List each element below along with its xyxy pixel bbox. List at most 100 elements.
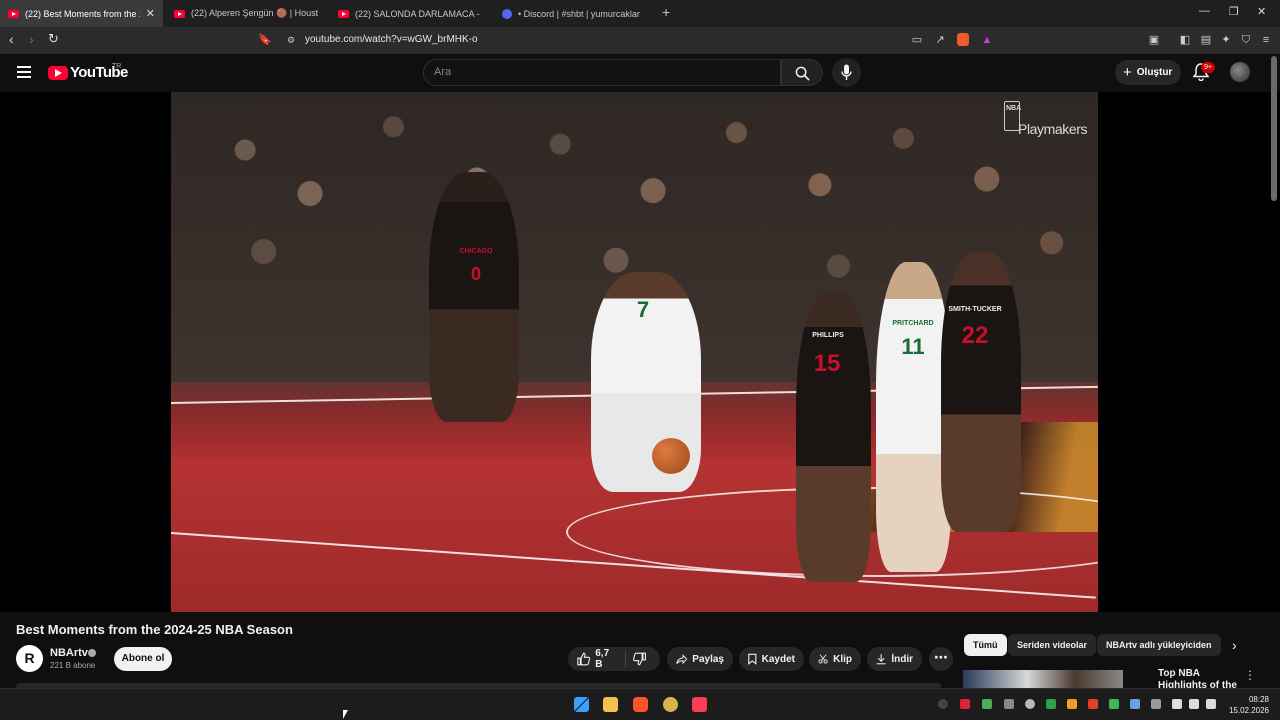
recommended-video-thumbnail[interactable] <box>963 670 1123 688</box>
share-label: Paylaş <box>692 653 724 665</box>
tab-title: (22) Best Moments from the 202 <box>25 8 140 19</box>
tray-icon[interactable] <box>1025 699 1035 709</box>
microphone-tray-icon[interactable] <box>1151 699 1161 709</box>
network-icon[interactable] <box>1172 699 1182 709</box>
thumbs-down-icon[interactable] <box>632 652 646 666</box>
hamburger-menu-icon[interactable] <box>17 66 31 78</box>
tray-icon[interactable] <box>960 699 970 709</box>
jersey-name: CHICAGO <box>459 248 493 255</box>
tab-close-icon[interactable]: ✕ <box>140 7 155 20</box>
clip-label: Klip <box>833 653 852 665</box>
more-actions-icon[interactable]: ⋯ <box>929 647 953 671</box>
volume-icon[interactable] <box>1189 699 1199 709</box>
forward-icon[interactable]: › <box>29 31 34 47</box>
thumbs-up-icon[interactable] <box>577 652 591 666</box>
tray-icon[interactable] <box>1088 699 1098 709</box>
search-button[interactable] <box>781 59 823 86</box>
minimize-icon[interactable]: — <box>1199 5 1210 17</box>
chip-series[interactable]: Seriden videolar <box>1008 634 1097 656</box>
tray-icon[interactable] <box>982 699 992 709</box>
nba-logo-text: NBA <box>1006 105 1022 112</box>
restore-icon[interactable]: ❐ <box>1229 5 1239 18</box>
jersey-number: 11 <box>901 334 925 359</box>
browser-toolbar <box>0 27 1280 54</box>
player-figure <box>876 262 951 572</box>
jersey-number: 15 <box>813 350 841 377</box>
share-page-icon[interactable]: ↗ <box>933 33 947 47</box>
site-settings-icon[interactable]: ⚙ <box>284 33 298 47</box>
vpn-icon[interactable]: ⛉ <box>1239 33 1253 47</box>
channel-name[interactable]: NBArtv <box>50 647 88 659</box>
channel-avatar[interactable]: R <box>16 645 43 672</box>
page-scrollbar[interactable] <box>1271 56 1277 201</box>
brave-browser-icon[interactable] <box>633 697 648 712</box>
tray-icon[interactable] <box>1109 699 1119 709</box>
download-label: İndir <box>891 653 913 665</box>
save-button[interactable]: Kaydet <box>739 647 804 671</box>
address-bar[interactable]: youtube.com/watch?v=wGW_brMHK-o <box>305 34 478 45</box>
share-button[interactable]: Paylaş <box>667 647 733 671</box>
cast-icon[interactable]: ▭ <box>910 33 924 47</box>
jersey-name: PRITCHARD <box>892 320 934 327</box>
discord-favicon-icon <box>502 8 512 19</box>
clip-button[interactable]: Klip <box>809 647 861 671</box>
file-explorer-icon[interactable] <box>603 697 618 712</box>
create-button[interactable]: + Oluştur <box>1115 60 1181 85</box>
tray-icon[interactable] <box>1067 699 1077 709</box>
tray-icon[interactable] <box>1004 699 1014 709</box>
reload-icon[interactable]: ↻ <box>48 31 59 47</box>
tray-icon[interactable] <box>938 699 948 709</box>
notifications-badge: 9+ <box>1201 62 1215 73</box>
subscribe-button[interactable]: Abone ol <box>114 647 172 671</box>
browser-tab[interactable]: (22) SALONDA DARLAMACA - YouTu <box>330 0 490 27</box>
new-tab-button[interactable]: + <box>662 4 670 20</box>
browser-tab-active[interactable]: (22) Best Moments from the 202 ✕ <box>0 0 163 27</box>
jersey-name: SMITH-TUCKER <box>948 306 1002 313</box>
sidebar-icon[interactable]: ◧ <box>1178 33 1192 47</box>
voice-search-button[interactable] <box>832 58 861 87</box>
leo-ai-icon[interactable]: ✦ <box>1219 33 1233 47</box>
scissors-icon <box>818 654 828 664</box>
country-code: TR <box>112 63 122 70</box>
battery-icon[interactable] <box>1206 699 1216 709</box>
windows-start-icon[interactable] <box>574 697 589 712</box>
menu-icon[interactable]: ≡ <box>1259 33 1273 47</box>
like-dislike-group[interactable]: 6,7 B <box>568 647 660 671</box>
video-frame[interactable]: 0 CHICAGO 7 15 PHILLIPS 11 PRITCHARD 22 … <box>171 92 1098 612</box>
tray-icon[interactable] <box>1046 699 1056 709</box>
tab-title: • Discord | #shbt | yumurcaklar <box>518 8 640 19</box>
back-icon[interactable]: ‹ <box>9 31 14 47</box>
like-count[interactable]: 6,7 B <box>595 648 618 670</box>
reader-mode-icon[interactable]: ▣ <box>1147 33 1161 47</box>
chip-all[interactable]: Tümü <box>964 634 1007 656</box>
kebab-menu-icon[interactable]: ⋮ <box>1244 668 1256 682</box>
browser-tab[interactable]: (22) Alperen Şengün 🟤 | Houston R <box>166 0 326 27</box>
wallet-icon[interactable]: ▤ <box>1199 33 1213 47</box>
brave-rewards-icon[interactable]: ▲ <box>980 33 994 47</box>
taskbar-clock[interactable]: 08:28 15.02.2026 <box>1227 694 1269 716</box>
search-placeholder: Ara <box>434 66 452 78</box>
share-icon <box>676 653 688 664</box>
playmakers-logo-text: Playmakers <box>1018 121 1088 137</box>
clock-date: 15.02.2026 <box>1228 706 1269 715</box>
user-avatar[interactable] <box>1230 62 1250 82</box>
search-input[interactable] <box>423 59 781 86</box>
window-close-icon[interactable]: ✕ <box>1257 5 1266 18</box>
bookmark-icon[interactable]: 🔖 <box>258 33 272 47</box>
youtube-favicon-icon <box>174 9 185 18</box>
chip-uploader[interactable]: NBArtv adlı yükleyiciden <box>1097 634 1221 656</box>
brave-shields-icon[interactable] <box>957 33 969 46</box>
chevron-right-icon[interactable]: › <box>1232 637 1237 653</box>
tray-icon[interactable] <box>1130 699 1140 709</box>
music-app-icon[interactable] <box>692 697 707 712</box>
tab-title: (22) Alperen Şengün 🟤 | Houston R <box>191 8 318 18</box>
jersey-number: 0 <box>470 264 481 284</box>
recommended-video-title[interactable]: Top NBA Highlights of the <box>1158 668 1238 688</box>
save-label: Kaydet <box>761 653 795 665</box>
browser-tab[interactable]: • Discord | #shbt | yumurcaklar <box>494 0 654 27</box>
download-button[interactable]: İndir <box>867 647 922 671</box>
youtube-favicon-icon <box>338 9 349 18</box>
youtube-logo-icon[interactable] <box>48 66 68 80</box>
app-icon[interactable] <box>663 697 678 712</box>
jersey-name: PHILLIPS <box>812 332 844 339</box>
